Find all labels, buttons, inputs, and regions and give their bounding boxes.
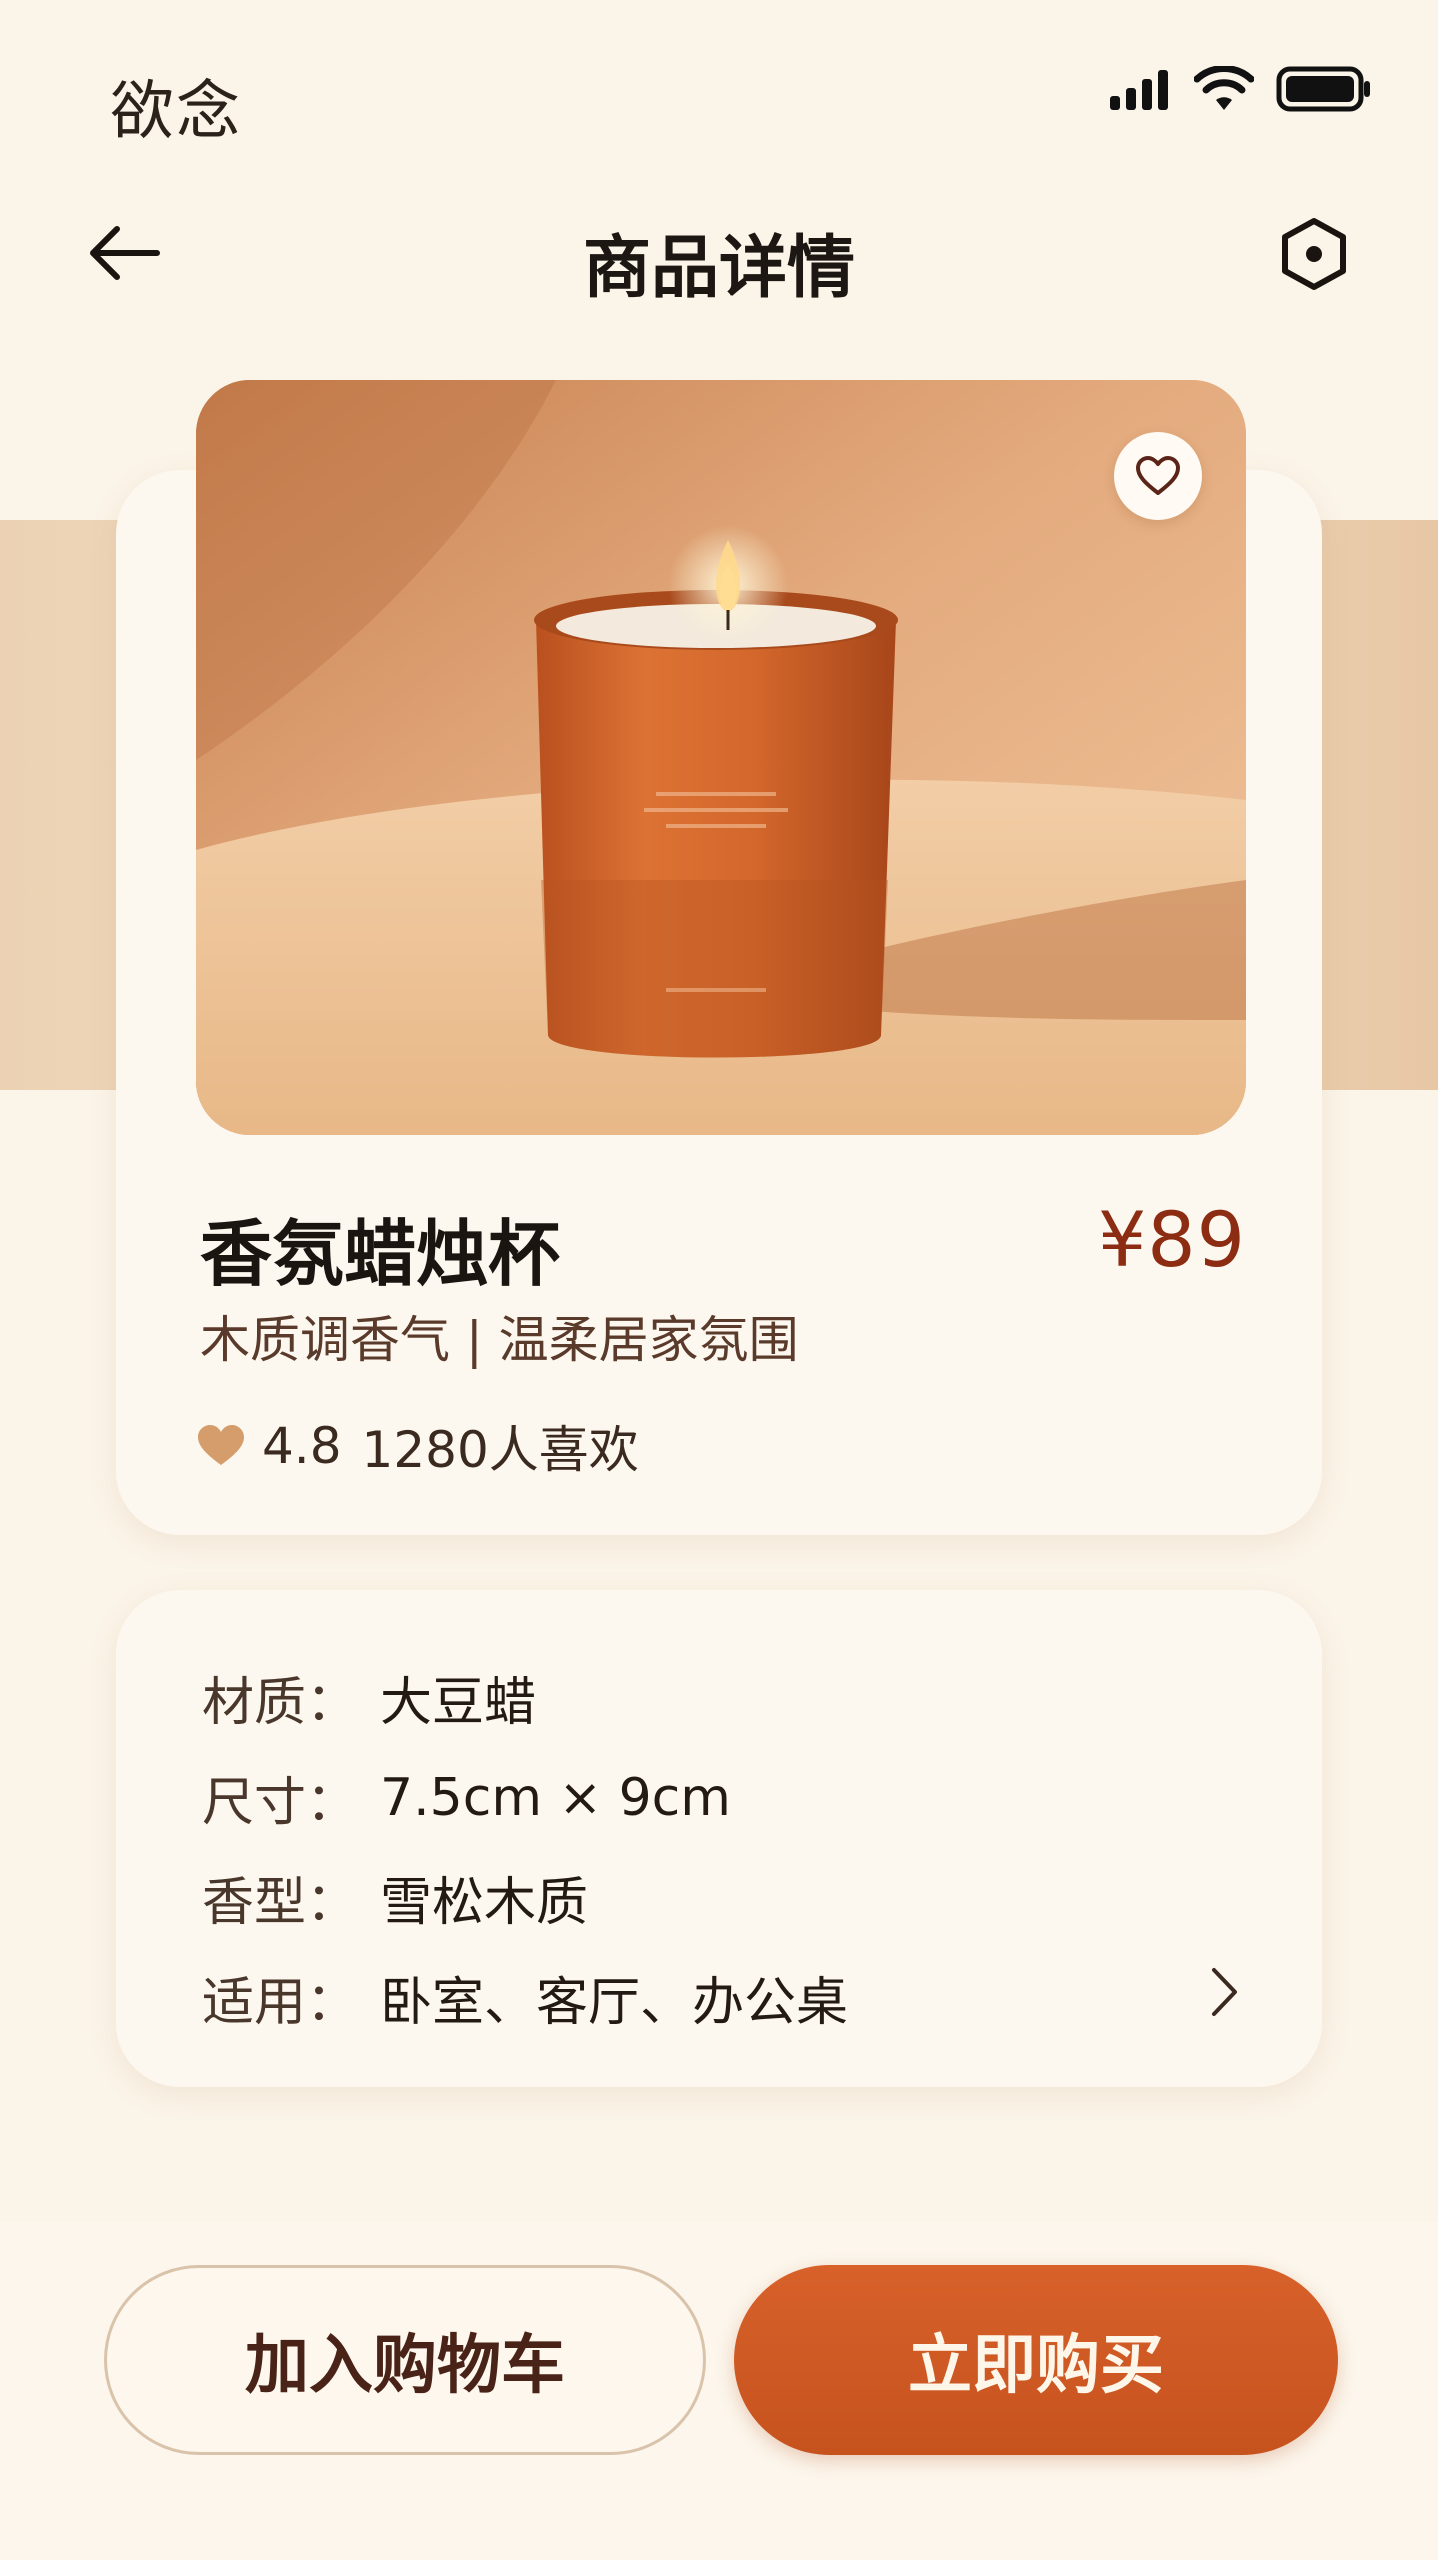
status-bar: 欲念 bbox=[0, 0, 1438, 200]
heart-outline-icon bbox=[1136, 456, 1180, 495]
status-icons bbox=[1108, 66, 1372, 112]
spec-row-usage[interactable]: 适用： 卧室、客厅、办公桌 bbox=[202, 1960, 848, 2035]
spec-label: 材质 bbox=[202, 1673, 307, 1733]
nav-bar: 商品详情 bbox=[0, 200, 1438, 310]
rating-value: 4.8 bbox=[262, 1417, 342, 1475]
signal-icon bbox=[1110, 70, 1168, 110]
hexagon-dot-icon bbox=[1282, 218, 1346, 290]
brand-name: 欲念 bbox=[110, 75, 242, 149]
product-subtitle: 木质调香气 | 温柔居家氛围 bbox=[200, 1311, 799, 1369]
spec-row-size: 尺寸： 7.5cm × 9cm bbox=[202, 1760, 731, 1835]
spec-row-material: 材质： 大豆蜡 bbox=[202, 1660, 536, 1735]
likes-count: 1280人喜欢 bbox=[361, 1421, 639, 1479]
spec-more-button[interactable] bbox=[1200, 1962, 1248, 2022]
product-image bbox=[196, 380, 1246, 1135]
buy-now-button[interactable]: 立即购买 bbox=[734, 2265, 1338, 2455]
product-price: ¥89 bbox=[1097, 1195, 1246, 1284]
product-name: 香氛蜡烛杯 bbox=[200, 1212, 561, 1296]
spec-row-scent: 香型： 雪松木质 bbox=[202, 1860, 588, 1935]
spec-label: 香型 bbox=[202, 1873, 307, 1933]
chevron-right-icon bbox=[1212, 1968, 1237, 2016]
spec-value: 雪松木质 bbox=[380, 1873, 589, 1933]
spec-value: 7.5cm × 9cm bbox=[380, 1767, 731, 1828]
page-title: 商品详情 bbox=[582, 229, 855, 308]
rating-row: 4.8 1280人喜欢 bbox=[196, 1410, 639, 1482]
favorite-button[interactable] bbox=[1114, 432, 1202, 520]
spec-value: 大豆蜡 bbox=[380, 1673, 537, 1733]
spec-label: 适用 bbox=[202, 1973, 307, 2033]
spec-value: 卧室、客厅、办公桌 bbox=[380, 1973, 849, 2033]
heart-filled-icon bbox=[198, 1425, 244, 1465]
more-button[interactable] bbox=[1274, 214, 1354, 294]
battery-icon bbox=[1276, 66, 1370, 112]
add-to-cart-button[interactable]: 加入购物车 bbox=[104, 2265, 706, 2455]
wifi-icon bbox=[1194, 66, 1254, 110]
spec-label: 尺寸 bbox=[202, 1773, 307, 1833]
